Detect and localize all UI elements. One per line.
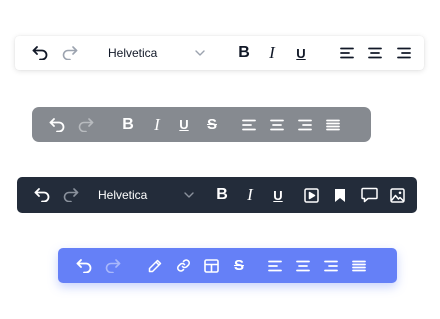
underline-button[interactable]: U [270, 177, 286, 213]
align-justify-button[interactable] [350, 248, 368, 283]
toolbar-blue: S [58, 248, 397, 283]
chevron-down-icon [195, 50, 205, 56]
redo-button[interactable] [102, 248, 124, 283]
strikethrough-button[interactable]: S [231, 248, 247, 283]
italic-button[interactable]: I [149, 107, 165, 142]
pen-button[interactable] [146, 248, 164, 283]
align-center-button[interactable] [294, 248, 312, 283]
redo-button[interactable] [59, 36, 81, 70]
image-button[interactable] [388, 177, 406, 213]
redo-icon [78, 117, 94, 132]
underline-button[interactable]: U [176, 107, 192, 142]
toolbar-light: Helvetica B I U [15, 36, 424, 70]
image-icon [389, 187, 405, 203]
undo-icon [34, 188, 50, 202]
bold-button[interactable]: B [236, 36, 252, 70]
align-center-button[interactable] [366, 36, 384, 70]
link-button[interactable] [174, 248, 192, 283]
table-button[interactable] [202, 248, 220, 283]
chevron-down-icon [184, 192, 194, 198]
align-left-button[interactable] [266, 248, 284, 283]
align-center-button[interactable] [268, 107, 286, 142]
bookmark-button[interactable] [331, 177, 349, 213]
link-icon [176, 259, 190, 272]
undo-button[interactable] [31, 177, 53, 213]
align-justify-icon [352, 260, 366, 271]
video-icon [303, 187, 319, 203]
font-select[interactable]: Helvetica [108, 36, 157, 70]
align-center-icon [270, 119, 284, 130]
pen-icon [148, 259, 162, 272]
undo-button[interactable] [29, 36, 51, 70]
align-right-icon [397, 47, 411, 59]
comment-icon [360, 187, 378, 203]
font-select-chevron[interactable] [184, 177, 194, 213]
undo-button[interactable] [73, 248, 95, 283]
align-left-icon [268, 260, 282, 271]
align-right-button[interactable] [296, 107, 314, 142]
undo-icon [49, 117, 65, 132]
bold-button[interactable]: B [214, 177, 230, 213]
redo-button[interactable] [75, 107, 97, 142]
table-icon [203, 258, 219, 273]
font-select-chevron[interactable] [195, 36, 205, 70]
toolbar-dark: Helvetica B I U [17, 177, 417, 213]
bold-button[interactable]: B [120, 107, 136, 142]
comment-button[interactable] [359, 177, 379, 213]
align-justify-icon [326, 119, 340, 130]
redo-icon [105, 258, 121, 273]
strikethrough-button[interactable]: S [204, 107, 220, 142]
video-button[interactable] [302, 177, 320, 213]
underline-button[interactable]: U [293, 36, 309, 70]
align-right-button[interactable] [395, 36, 413, 70]
align-right-icon [298, 119, 312, 130]
redo-icon [63, 188, 79, 202]
align-left-button[interactable] [338, 36, 356, 70]
redo-icon [62, 46, 78, 60]
redo-button[interactable] [60, 177, 82, 213]
undo-button[interactable] [46, 107, 68, 142]
align-right-icon [324, 260, 338, 271]
italic-button[interactable]: I [242, 177, 258, 213]
font-select[interactable]: Helvetica [98, 177, 147, 213]
align-left-icon [242, 119, 256, 130]
align-center-icon [368, 47, 382, 59]
align-left-icon [340, 47, 354, 59]
align-justify-button[interactable] [324, 107, 342, 142]
align-left-button[interactable] [240, 107, 258, 142]
undo-icon [76, 258, 92, 273]
toolbar-gray: B I U S [32, 107, 371, 142]
align-center-icon [296, 260, 310, 271]
align-right-button[interactable] [322, 248, 340, 283]
bookmark-icon [335, 188, 345, 202]
undo-icon [32, 46, 48, 60]
italic-button[interactable]: I [264, 36, 280, 70]
